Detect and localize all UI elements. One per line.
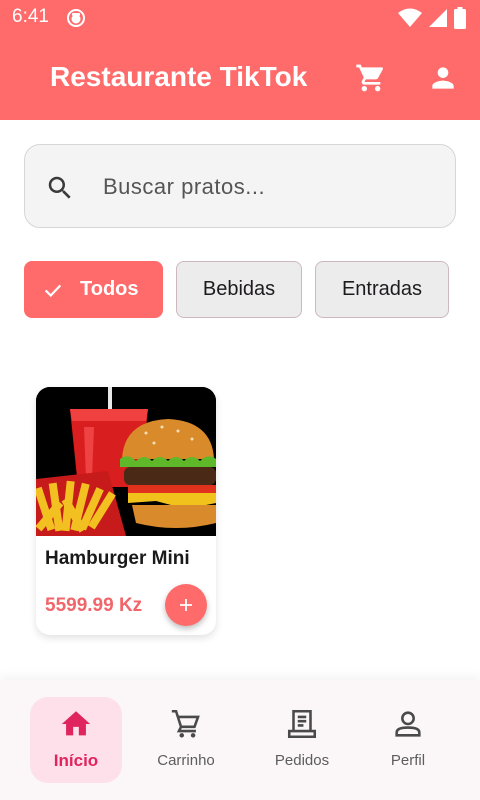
app-bar: Restaurante TikTok	[0, 36, 480, 120]
cart-button[interactable]	[353, 60, 389, 96]
app-title: Restaurante TikTok	[50, 61, 308, 92]
person-icon	[395, 711, 421, 737]
chip-bebidas[interactable]: Bebidas	[176, 261, 302, 318]
chip-todos[interactable]: Todos	[24, 261, 163, 318]
product-name: Hamburger Mini	[45, 548, 190, 569]
cellular-signal-icon	[429, 9, 447, 27]
receipt-icon	[287, 709, 317, 739]
check-icon	[44, 284, 62, 298]
add-to-cart-button[interactable]	[165, 584, 207, 626]
product-card[interactable]: Hamburger Mini 5599.99 Kz	[36, 387, 216, 635]
home-icon	[61, 711, 91, 736]
cart-icon	[171, 709, 200, 738]
chip-entradas[interactable]: Entradas	[315, 261, 449, 318]
nav-item-pedidos[interactable]: Pedidos	[256, 697, 348, 783]
search-input[interactable]	[103, 165, 433, 209]
product-image	[36, 387, 216, 536]
search-bar[interactable]	[24, 144, 456, 228]
nav-label: Início	[53, 751, 99, 770]
notification-app-icon	[67, 9, 85, 27]
wifi-icon	[398, 8, 422, 27]
nav-label: Perfil	[390, 752, 426, 769]
nav-label: Carrinho	[157, 752, 215, 769]
chip-label: Todos	[80, 278, 139, 300]
status-bar: 6:41	[0, 0, 480, 36]
plus-icon	[180, 599, 192, 611]
search-icon	[48, 176, 71, 199]
nav-item-inicio[interactable]: Início	[30, 697, 122, 783]
battery-icon	[454, 7, 466, 29]
product-price: 5599.99 Kz	[45, 595, 143, 616]
person-icon	[432, 67, 454, 89]
burger-fries-soda-illustration	[36, 387, 216, 536]
status-icons	[398, 7, 466, 29]
chip-label: Bebidas	[202, 278, 276, 300]
status-time: 6:41	[12, 6, 49, 27]
app-screen: 6:41 Restaurante TikTok Buscar pratos...…	[0, 0, 480, 800]
nav-label: Pedidos	[274, 752, 330, 769]
cart-icon	[356, 64, 384, 92]
nav-item-carrinho[interactable]: Carrinho	[140, 697, 232, 783]
chip-label: Entradas	[341, 278, 423, 300]
nav-item-perfil[interactable]: Perfil	[362, 697, 454, 783]
bottom-navigation: Início Carrinho Pedidos Perfil	[0, 680, 480, 800]
profile-button[interactable]	[425, 60, 461, 96]
